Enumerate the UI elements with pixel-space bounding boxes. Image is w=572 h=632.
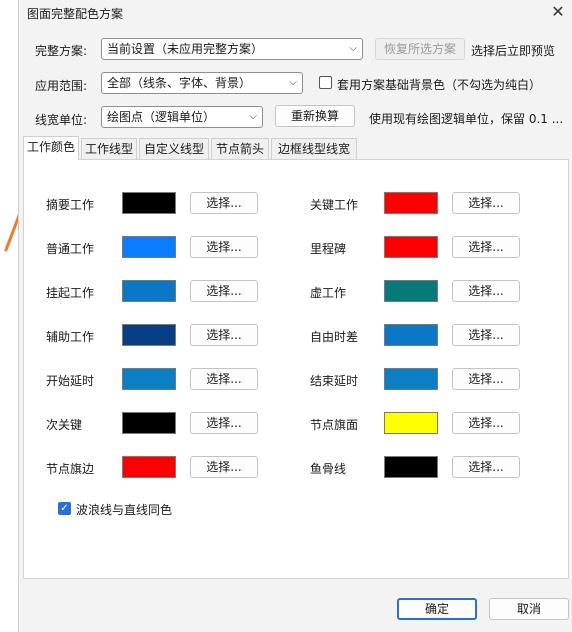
right-color-swatch xyxy=(384,324,438,346)
right-choose-color-button[interactable]: 选择... xyxy=(452,412,520,434)
right-color-swatch xyxy=(384,412,438,434)
scope-select[interactable]: 全部（线条、字体、背景） ⌵ xyxy=(101,72,303,94)
left-color-swatch xyxy=(122,368,176,390)
tab-custom-linetype[interactable]: 自定义线型 xyxy=(139,138,209,160)
right-color-swatch xyxy=(384,456,438,478)
title-bar: 图面完整配色方案 ✕ xyxy=(19,0,572,26)
linewidth-label: 线宽单位: xyxy=(35,113,88,127)
restore-scheme-button[interactable]: 恢复所选方案 xyxy=(375,38,465,60)
tab-work-linetype[interactable]: 工作线型 xyxy=(81,138,137,160)
linewidth-value: 绘图点（逻辑单位） xyxy=(107,110,216,124)
left-choose-color-button[interactable]: 选择... xyxy=(190,236,258,258)
right-color-swatch xyxy=(384,368,438,390)
linewidth-select[interactable]: 绘图点（逻辑单位） ⌵ xyxy=(101,106,263,128)
right-choose-color-button[interactable]: 选择... xyxy=(452,368,520,390)
right-choose-color-button[interactable]: 选择... xyxy=(452,236,520,258)
left-color-label: 挂起工作 xyxy=(46,286,95,300)
left-choose-color-button[interactable]: 选择... xyxy=(190,456,258,478)
right-color-swatch xyxy=(384,280,438,302)
right-choose-color-button[interactable]: 选择... xyxy=(452,324,520,346)
tab-border-linewidth[interactable]: 边框线型线宽 xyxy=(271,138,357,160)
scheme-select[interactable]: 当前设置（未应用完整方案） ⌵ xyxy=(101,38,363,60)
right-color-label: 鱼骨线 xyxy=(310,462,347,476)
left-choose-color-button[interactable]: 选择... xyxy=(190,192,258,214)
left-color-label: 普通工作 xyxy=(46,242,95,256)
left-color-swatch xyxy=(122,412,176,434)
tab-work-color[interactable]: 工作颜色 xyxy=(23,136,79,160)
recalculate-button[interactable]: 重新换算 xyxy=(275,105,355,127)
scope-label: 应用范围: xyxy=(35,79,88,93)
left-color-label: 开始延时 xyxy=(46,374,95,388)
work-color-panel: 摘要工作 选择... 普通工作 选择... 挂起工作 选择... 辅助工作 选择... 开始延时… xyxy=(23,159,569,579)
right-choose-color-button[interactable]: 选择... xyxy=(452,456,520,478)
left-color-swatch xyxy=(122,236,176,258)
ok-button[interactable]: 确定 xyxy=(397,598,477,620)
left-color-swatch xyxy=(122,324,176,346)
right-color-label: 节点旗面 xyxy=(310,418,359,432)
linewidth-hint: 使用现有绘图逻辑单位，保留 0.1 ... xyxy=(369,112,564,126)
right-color-swatch xyxy=(384,192,438,214)
left-color-label: 辅助工作 xyxy=(46,330,95,344)
right-color-label: 结束延时 xyxy=(310,374,359,388)
background-checkbox[interactable] xyxy=(319,76,332,89)
close-icon[interactable]: ✕ xyxy=(545,1,571,23)
wavy-line-checkbox[interactable]: ✓ xyxy=(58,502,71,515)
left-color-swatch xyxy=(122,456,176,478)
chevron-down-icon: ⌵ xyxy=(289,77,297,88)
left-color-swatch xyxy=(122,192,176,214)
scheme-hint: 选择后立即预览 xyxy=(471,44,556,58)
right-choose-color-button[interactable]: 选择... xyxy=(452,280,520,302)
chevron-down-icon: ⌵ xyxy=(249,111,257,122)
right-color-label: 里程碑 xyxy=(310,242,347,256)
left-color-label: 节点旗边 xyxy=(46,462,95,476)
cancel-button[interactable]: 取消 xyxy=(489,598,569,620)
chevron-down-icon: ⌵ xyxy=(349,43,357,54)
scope-value: 全部（线条、字体、背景） xyxy=(107,76,252,90)
left-color-label: 摘要工作 xyxy=(46,198,95,212)
left-choose-color-button[interactable]: 选择... xyxy=(190,412,258,434)
window-title: 图面完整配色方案 xyxy=(27,7,124,21)
right-color-swatch xyxy=(384,236,438,258)
background-checkbox-label: 套用方案基础背景色（不勾选为纯白） xyxy=(337,78,542,92)
color-scheme-dialog: 图面完整配色方案 ✕ 完整方案: 当前设置（未应用完整方案） ⌵ 恢复所选方案 … xyxy=(18,0,572,632)
scheme-value: 当前设置（未应用完整方案） xyxy=(107,42,264,56)
right-color-label: 关键工作 xyxy=(310,198,359,212)
wavy-line-label: 波浪线与直线同色 xyxy=(76,503,173,517)
tab-node-arrow[interactable]: 节点箭头 xyxy=(211,138,269,160)
left-color-swatch xyxy=(122,280,176,302)
right-color-label: 虚工作 xyxy=(310,286,347,300)
left-choose-color-button[interactable]: 选择... xyxy=(190,324,258,346)
scheme-label: 完整方案: xyxy=(35,44,88,58)
left-color-label: 次关键 xyxy=(46,418,83,432)
right-color-label: 自由时差 xyxy=(310,330,359,344)
background-strip xyxy=(0,0,18,632)
right-choose-color-button[interactable]: 选择... xyxy=(452,192,520,214)
left-choose-color-button[interactable]: 选择... xyxy=(190,368,258,390)
left-choose-color-button[interactable]: 选择... xyxy=(190,280,258,302)
